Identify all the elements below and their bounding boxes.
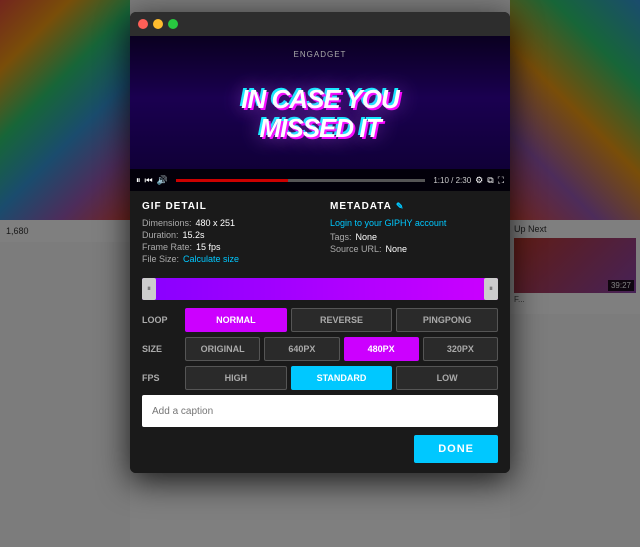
detail-dimensions: Dimensions: 480 x 251 — [142, 218, 310, 228]
fps-standard-btn[interactable]: STANDARD — [291, 366, 393, 390]
size-original-btn[interactable]: ORIGINAL — [185, 337, 260, 361]
trim-section: ⏸ ⏸ — [142, 278, 498, 300]
dimensions-label: Dimensions: — [142, 218, 192, 228]
loop-control-row: LOOP NORMAL REVERSE PINGPONG — [142, 308, 498, 332]
trim-handle-right[interactable]: ⏸ — [484, 278, 498, 300]
titlebar-dot-yellow[interactable] — [153, 19, 163, 29]
modal-titlebar — [130, 12, 510, 36]
video-controls: ⏸ ⏮ 🔊 1:10 / 2:30 ⚙ ⧉ ⛶ — [130, 169, 510, 191]
size-640px-btn[interactable]: 640PX — [264, 337, 339, 361]
duration-label: Duration: — [142, 230, 179, 240]
pause-icon[interactable]: ⏸ — [136, 175, 141, 186]
framerate-value: 15 fps — [196, 242, 221, 252]
source-label: Source URL: — [330, 244, 382, 254]
prev-icon[interactable]: ⏮ — [145, 175, 153, 186]
source-value: None — [386, 244, 408, 254]
trim-right-icon: ⏸ — [489, 284, 493, 294]
video-title-line2: MISSED IT — [259, 113, 380, 143]
loop-pingpong-btn[interactable]: PINGPONG — [396, 308, 498, 332]
detail-meta-section: GIF DETAIL Dimensions: 480 x 251 Duratio… — [142, 201, 498, 266]
loop-btn-group: NORMAL REVERSE PINGPONG — [185, 308, 498, 332]
video-right-controls: ⚙ ⧉ ⛶ — [475, 175, 504, 186]
size-320px-btn[interactable]: 320PX — [423, 337, 498, 361]
calculate-size-link[interactable]: Calculate size — [183, 254, 239, 264]
detail-duration: Duration: 15.2s — [142, 230, 310, 240]
dimensions-value: 480 x 251 — [196, 218, 236, 228]
gif-detail-col: GIF DETAIL Dimensions: 480 x 251 Duratio… — [142, 201, 310, 266]
filesize-label: File Size: — [142, 254, 179, 264]
video-time: 1:10 / 2:30 — [433, 176, 471, 185]
done-row: DONE — [142, 435, 498, 463]
video-preview: engadget IN CASE YOU MISSED IT ⏸ ⏮ 🔊 1:1… — [130, 36, 510, 191]
tags-value: None — [356, 232, 378, 242]
detail-framerate: Frame Rate: 15 fps — [142, 242, 310, 252]
video-title-line1: IN CASE YOU — [241, 84, 399, 114]
fps-high-btn[interactable]: HIGH — [185, 366, 287, 390]
video-title: IN CASE YOU MISSED IT — [241, 85, 399, 142]
tags-label: Tags: — [330, 232, 352, 242]
loop-reverse-btn[interactable]: REVERSE — [291, 308, 393, 332]
trim-left-icon: ⏸ — [147, 284, 151, 294]
metadata-heading: METADATA ✎ — [330, 201, 498, 212]
done-button[interactable]: DONE — [414, 435, 498, 463]
fps-control-row: FPS HIGH STANDARD LOW — [142, 366, 498, 390]
trim-handle-left[interactable]: ⏸ — [142, 278, 156, 300]
size-control-row: SIZE ORIGINAL 640PX 480PX 320PX — [142, 337, 498, 361]
metadata-col: METADATA ✎ Login to your GIPHY account T… — [330, 201, 498, 266]
fullscreen-icon[interactable]: ⛶ — [498, 175, 504, 186]
pip-icon[interactable]: ⧉ — [487, 175, 493, 186]
settings-icon[interactable]: ⚙ — [475, 175, 483, 186]
video-brand: engadget — [294, 50, 347, 59]
size-480px-btn[interactable]: 480PX — [344, 337, 419, 361]
loop-normal-btn[interactable]: NORMAL — [185, 308, 287, 332]
duration-value: 15.2s — [183, 230, 205, 240]
framerate-label: Frame Rate: — [142, 242, 192, 252]
titlebar-dot-red[interactable] — [138, 19, 148, 29]
volume-icon[interactable]: 🔊 — [157, 175, 168, 186]
modal-body: GIF DETAIL Dimensions: 480 x 251 Duratio… — [130, 191, 510, 473]
caption-input[interactable] — [142, 395, 498, 427]
video-progress-bar[interactable] — [176, 179, 426, 182]
login-link[interactable]: Login to your GIPHY account — [330, 218, 498, 228]
fps-btn-group: HIGH STANDARD LOW — [185, 366, 498, 390]
fps-low-btn[interactable]: LOW — [396, 366, 498, 390]
loop-label: LOOP — [142, 315, 177, 325]
trim-bar[interactable]: ⏸ ⏸ — [142, 278, 498, 300]
giphy-modal: engadget IN CASE YOU MISSED IT ⏸ ⏮ 🔊 1:1… — [130, 12, 510, 473]
meta-source: Source URL: None — [330, 244, 498, 254]
edit-icon[interactable]: ✎ — [396, 201, 405, 212]
detail-filesize: File Size: Calculate size — [142, 254, 310, 264]
video-progress-fill — [176, 179, 288, 182]
gif-detail-heading: GIF DETAIL — [142, 201, 310, 212]
size-label: SIZE — [142, 344, 177, 354]
titlebar-dot-green[interactable] — [168, 19, 178, 29]
meta-tags: Tags: None — [330, 232, 498, 242]
size-btn-group: ORIGINAL 640PX 480PX 320PX — [185, 337, 498, 361]
fps-label: FPS — [142, 373, 177, 383]
